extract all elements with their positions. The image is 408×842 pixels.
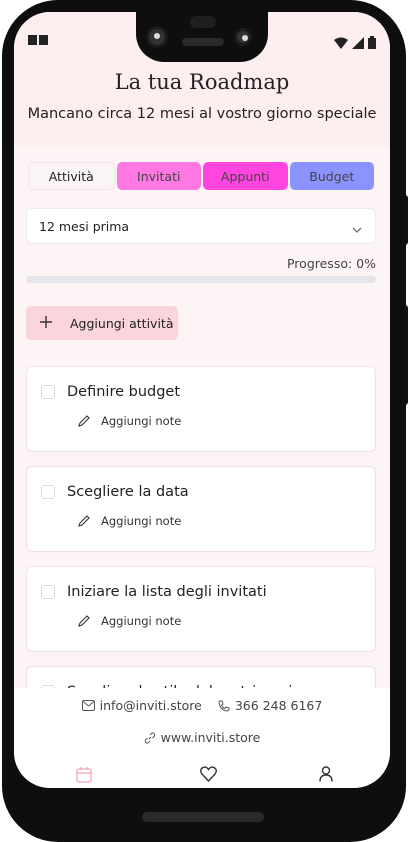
task-card: Definire budget Aggiungi note [26,366,376,452]
heart-icon[interactable] [200,766,217,786]
add-note-link[interactable]: Aggiungi note [77,514,181,528]
phone-text: 366 248 6167 [234,698,323,713]
task-checkbox[interactable] [41,585,55,599]
task-checkbox[interactable] [41,385,55,399]
footer: info@inviti.store 366 248 6167 www.invit… [14,688,390,788]
battery-icon [368,34,376,53]
task-checkbox[interactable] [41,485,55,499]
bottom-nav [14,766,390,788]
add-note-link[interactable]: Aggiungi note [77,414,181,428]
website-text: www.inviti.store [160,730,261,745]
pencil-icon [78,515,90,527]
front-camera-icon [146,26,168,48]
progress-bar [26,276,376,283]
phone-frame: La tua Roadmap Mancano circa 12 mesi al … [0,0,408,842]
tab-attivita[interactable]: Attività [28,162,115,190]
link-icon [144,731,155,744]
sensor-icon [234,28,252,46]
mail-icon [81,700,95,711]
calendar-icon[interactable] [76,766,92,787]
tab-budget[interactable]: Budget [289,162,374,190]
add-note-label: Aggiungi note [101,514,182,528]
power-button [404,195,408,245]
speaker-grille [182,38,224,46]
task-card: Iniziare la lista degli invitati Aggiung… [26,566,376,652]
add-activity-label: Aggiungi attività [70,315,174,331]
main-content: Attività Invitati Appunti Budget 12 mesi… [14,146,390,752]
dual-sim-icon [28,34,50,49]
phone-link[interactable]: 366 248 6167 [218,698,322,713]
plus-icon [40,315,56,331]
task-card: Scegliere la data Aggiungi note [26,466,376,552]
email-text: info@inviti.store [99,698,202,713]
tab-appunti[interactable]: Appunti [203,162,288,190]
chevron-down-icon [351,221,363,240]
home-indicator [142,812,264,822]
add-note-link[interactable]: Aggiungi note [77,614,181,628]
task-name: Scegliere la data [67,484,189,500]
volume-button [404,305,408,405]
wifi-icon [334,34,348,53]
contact-row: info@inviti.store 366 248 6167 [14,698,390,713]
notch [136,12,268,62]
page-subtitle: Mancano circa 12 mesi al vostro giorno s… [27,106,377,122]
pencil-icon [78,615,90,627]
page-title: La tua Roadmap [114,70,290,94]
period-select-value: 12 mesi prima [39,219,130,234]
tab-bar: Attività Invitati Appunti Budget [28,162,374,192]
screen: La tua Roadmap Mancano circa 12 mesi al … [14,12,390,788]
pencil-icon [78,415,90,427]
task-name: Iniziare la lista degli invitati [67,584,267,600]
tab-invitati[interactable]: Invitati [116,162,201,190]
email-link[interactable]: info@inviti.store [81,698,202,713]
add-note-label: Aggiungi note [101,414,182,428]
earpiece [190,16,216,28]
progress-label: Progresso: 0% [286,256,376,271]
task-name: Definire budget [67,384,181,400]
website-link[interactable]: www.inviti.store [14,730,390,745]
add-activity-button[interactable]: Aggiungi attività [26,306,178,340]
signal-icon [352,34,364,53]
period-select[interactable]: 12 mesi prima [26,208,376,244]
user-icon[interactable] [319,766,333,786]
phone-icon [218,700,230,712]
add-note-label: Aggiungi note [101,614,182,628]
